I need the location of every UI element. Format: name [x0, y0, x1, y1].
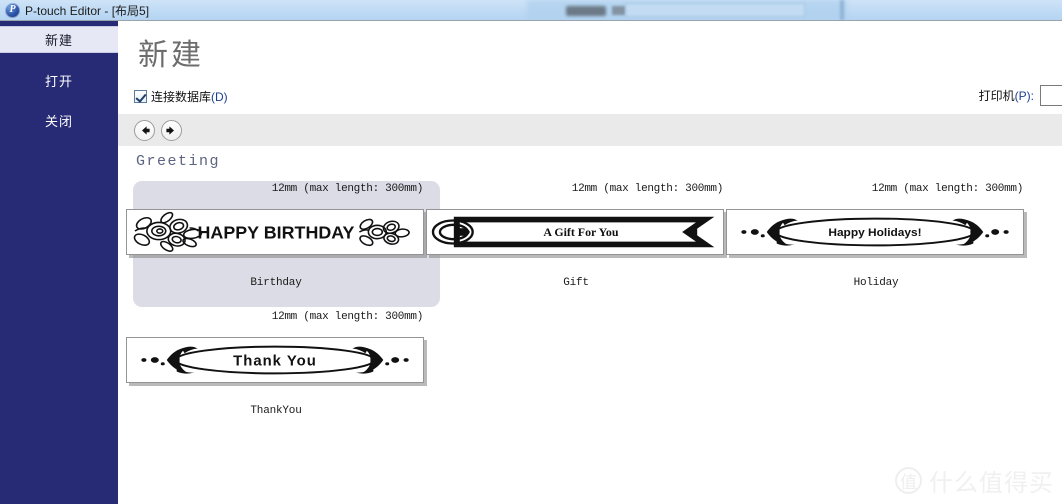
window-title: P-touch Editor - [布局5] — [25, 3, 150, 18]
template-name-label: Holiday — [853, 277, 899, 289]
background-blurred-field — [625, 3, 805, 17]
template-size-label: 12mm (max length: 300mm) — [871, 183, 1024, 195]
template-card-gift[interactable]: 12mm (max length: 300mm) A Gift For You … — [426, 181, 726, 289]
template-card-thankyou[interactable]: 12mm (max length: 300mm) Thank You Thank… — [126, 309, 426, 417]
template-grid: 12mm (max length: 300mm) HAPPY BIRTHDAY … — [118, 21, 1062, 504]
template-size-label: 12mm (max length: 300mm) — [571, 183, 724, 195]
template-size-label: 12mm (max length: 300mm) — [271, 183, 424, 195]
background-blurred-text — [612, 6, 626, 15]
birthday-art-text: HAPPY BIRTHDAY — [198, 223, 355, 243]
ptouch-editor-window: P-touch Editor - [布局5] 新建 打开 关闭 新建 连接数据库… — [0, 0, 1062, 504]
thankyou-art-text: Thank You — [233, 354, 317, 370]
background-blurred-button — [566, 6, 606, 16]
sidebar-item-label: 新建 — [44, 33, 73, 48]
template-thumbnail-birthday[interactable]: HAPPY BIRTHDAY — [126, 209, 424, 255]
background-blurred-edge — [840, 0, 844, 20]
sidebar-item-close[interactable]: 关闭 — [0, 107, 118, 134]
birthday-label-art: HAPPY BIRTHDAY — [127, 210, 423, 254]
template-card-birthday[interactable]: 12mm (max length: 300mm) HAPPY BIRTHDAY … — [126, 181, 440, 307]
title-bar: P-touch Editor - [布局5] — [0, 0, 527, 20]
template-thumbnail-gift[interactable]: A Gift For You — [426, 209, 724, 255]
sidebar-item-label: 关闭 — [44, 114, 73, 129]
ptouch-app-icon — [5, 2, 20, 18]
sidebar: 新建 打开 关闭 — [0, 21, 118, 504]
sidebar-item-open[interactable]: 打开 — [0, 67, 118, 94]
template-name-label: Gift — [563, 277, 589, 289]
sidebar-item-new[interactable]: 新建 — [0, 26, 118, 53]
template-size-label: 12mm (max length: 300mm) — [271, 311, 424, 323]
template-name-label: Birthday — [250, 277, 302, 289]
title-bar-separator — [0, 20, 1062, 21]
main-content: 新建 连接数据库(D) 打印机(P): Greeting 12mm (max l… — [118, 21, 1062, 504]
template-card-holiday[interactable]: 12mm (max length: 300mm) Happy Holidays!… — [726, 181, 1026, 289]
template-thumbnail-holiday[interactable]: Happy Holidays! — [726, 209, 1024, 255]
holiday-art-text: Happy Holidays! — [828, 226, 921, 239]
holiday-label-art: Happy Holidays! — [727, 210, 1023, 254]
gift-label-art: A Gift For You — [427, 210, 723, 254]
template-name-label: ThankYou — [250, 405, 302, 417]
template-thumbnail-thankyou[interactable]: Thank You — [126, 337, 424, 383]
thankyou-label-art: Thank You — [127, 338, 423, 382]
sidebar-item-label: 打开 — [44, 74, 73, 89]
gift-art-text: A Gift For You — [543, 226, 619, 239]
